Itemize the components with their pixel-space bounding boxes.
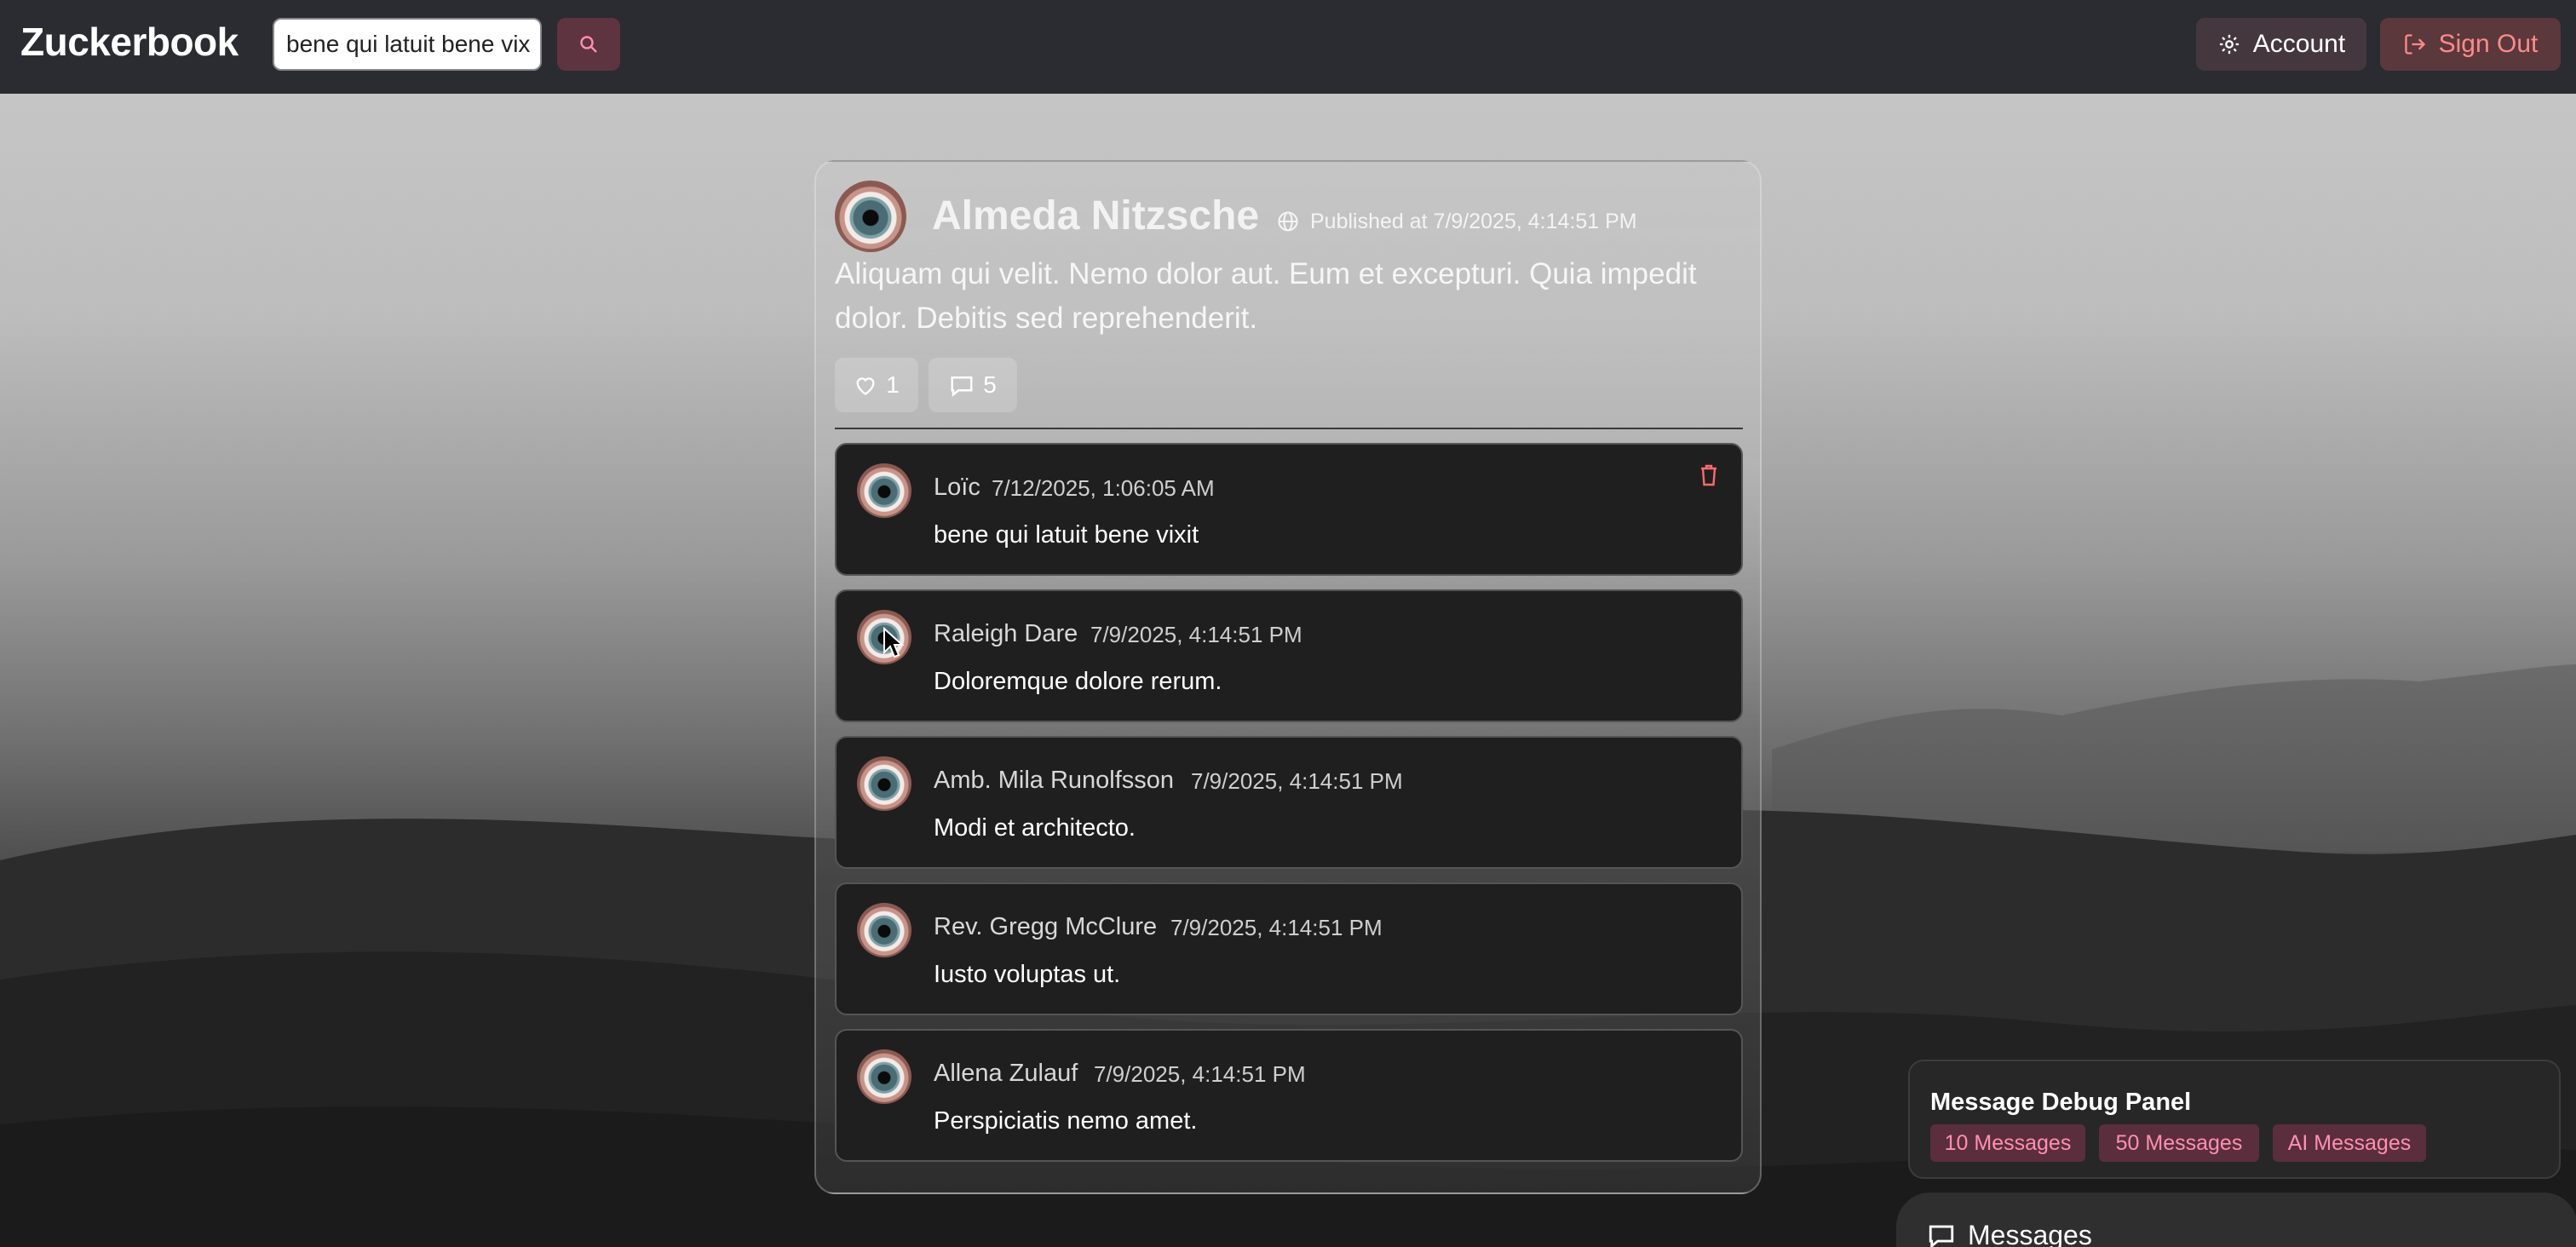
message-icon bbox=[1929, 1225, 1954, 1247]
comments-button[interactable]: 5 bbox=[929, 358, 1017, 412]
mouse-cursor-icon bbox=[883, 627, 905, 658]
gear-icon bbox=[2219, 34, 2239, 55]
sign-out-label: Sign Out bbox=[2438, 30, 2539, 58]
globe-icon bbox=[1278, 211, 1298, 232]
comment-time: 7/12/2025, 1:06:05 AM bbox=[992, 475, 1215, 501]
comment-item: Raleigh Dare 7/9/2025, 4:14:51 PM Dolore… bbox=[835, 589, 1743, 722]
post-published-time: Published at 7/9/2025, 4:14:51 PM bbox=[1310, 210, 1637, 233]
post-author-avatar[interactable] bbox=[835, 181, 906, 252]
comment-item: Rev. Gregg McClure 7/9/2025, 4:14:51 PM … bbox=[835, 882, 1743, 1015]
like-count: 1 bbox=[886, 371, 900, 398]
top-navbar: Zuckerbook bene qui latuit bene vix Acco… bbox=[0, 0, 2576, 94]
comment-icon bbox=[951, 376, 973, 397]
comment-author[interactable]: Raleigh Dare bbox=[934, 620, 1078, 648]
trash-icon[interactable] bbox=[1699, 463, 1719, 487]
search-icon bbox=[580, 36, 597, 53]
post-author-name[interactable]: Almeda Nitzsche bbox=[932, 193, 1259, 239]
account-button[interactable]: Account bbox=[2196, 18, 2366, 71]
messages-label: Messages bbox=[1968, 1220, 2092, 1247]
comment-text: bene qui latuit bene vixit bbox=[934, 521, 1199, 549]
divider bbox=[835, 428, 1743, 429]
comment-avatar[interactable] bbox=[857, 756, 911, 811]
comment-avatar[interactable] bbox=[857, 903, 911, 957]
post-card: Almeda Nitzsche Published at 7/9/2025, 4… bbox=[814, 160, 1762, 1194]
sign-out-button[interactable]: Sign Out bbox=[2380, 18, 2561, 71]
comment-item: Loïc 7/12/2025, 1:06:05 AM bene qui latu… bbox=[835, 443, 1743, 576]
search-button[interactable] bbox=[557, 18, 620, 71]
search-input[interactable]: bene qui latuit bene vix bbox=[273, 18, 542, 71]
heart-icon bbox=[856, 377, 875, 395]
debug-ai-messages-button[interactable]: AI Messages bbox=[2273, 1124, 2426, 1162]
account-label: Account bbox=[2252, 30, 2346, 58]
messages-drawer-toggle[interactable]: Messages bbox=[1896, 1192, 2576, 1247]
comment-author[interactable]: Rev. Gregg McClure bbox=[934, 913, 1157, 941]
post-body: Aliquam qui velit. Nemo dolor aut. Eum e… bbox=[835, 257, 1697, 335]
brand-logo[interactable]: Zuckerbook bbox=[20, 19, 239, 65]
comment-text: Doloremque dolore rerum. bbox=[934, 668, 1222, 695]
comment-text: Iusto voluptas ut. bbox=[934, 961, 1121, 988]
comment-text: Perspiciatis nemo amet. bbox=[934, 1107, 1198, 1135]
comment-text: Modi et architecto. bbox=[934, 814, 1136, 842]
comment-author[interactable]: Loïc bbox=[934, 474, 980, 502]
debug-10-messages-button[interactable]: 10 Messages bbox=[1930, 1124, 2085, 1162]
comment-time: 7/9/2025, 4:14:51 PM bbox=[1090, 622, 1302, 647]
comment-time: 7/9/2025, 4:14:51 PM bbox=[1094, 1061, 1306, 1087]
like-button[interactable]: 1 bbox=[835, 358, 918, 412]
debug-panel-title: Message Debug Panel bbox=[1930, 1089, 2192, 1116]
message-debug-panel: Message Debug Panel 10 Messages 50 Messa… bbox=[1908, 1060, 2561, 1179]
debug-50-messages-button[interactable]: 50 Messages bbox=[2099, 1124, 2259, 1162]
comment-item: Amb. Mila Runolfsson 7/9/2025, 4:14:51 P… bbox=[835, 736, 1743, 869]
search-input-value: bene qui latuit bene vix bbox=[286, 31, 531, 57]
comment-time: 7/9/2025, 4:14:51 PM bbox=[1191, 768, 1403, 794]
comment-author[interactable]: Amb. Mila Runolfsson bbox=[934, 767, 1174, 795]
comment-author[interactable]: Allena Zulauf bbox=[934, 1060, 1078, 1088]
comment-avatar[interactable] bbox=[857, 1049, 911, 1104]
comment-item: Allena Zulauf 7/9/2025, 4:14:51 PM Persp… bbox=[835, 1029, 1743, 1162]
comment-time: 7/9/2025, 4:14:51 PM bbox=[1170, 915, 1383, 940]
comment-avatar[interactable] bbox=[857, 463, 911, 518]
sign-out-icon bbox=[2404, 34, 2425, 55]
comment-count: 5 bbox=[983, 371, 997, 398]
